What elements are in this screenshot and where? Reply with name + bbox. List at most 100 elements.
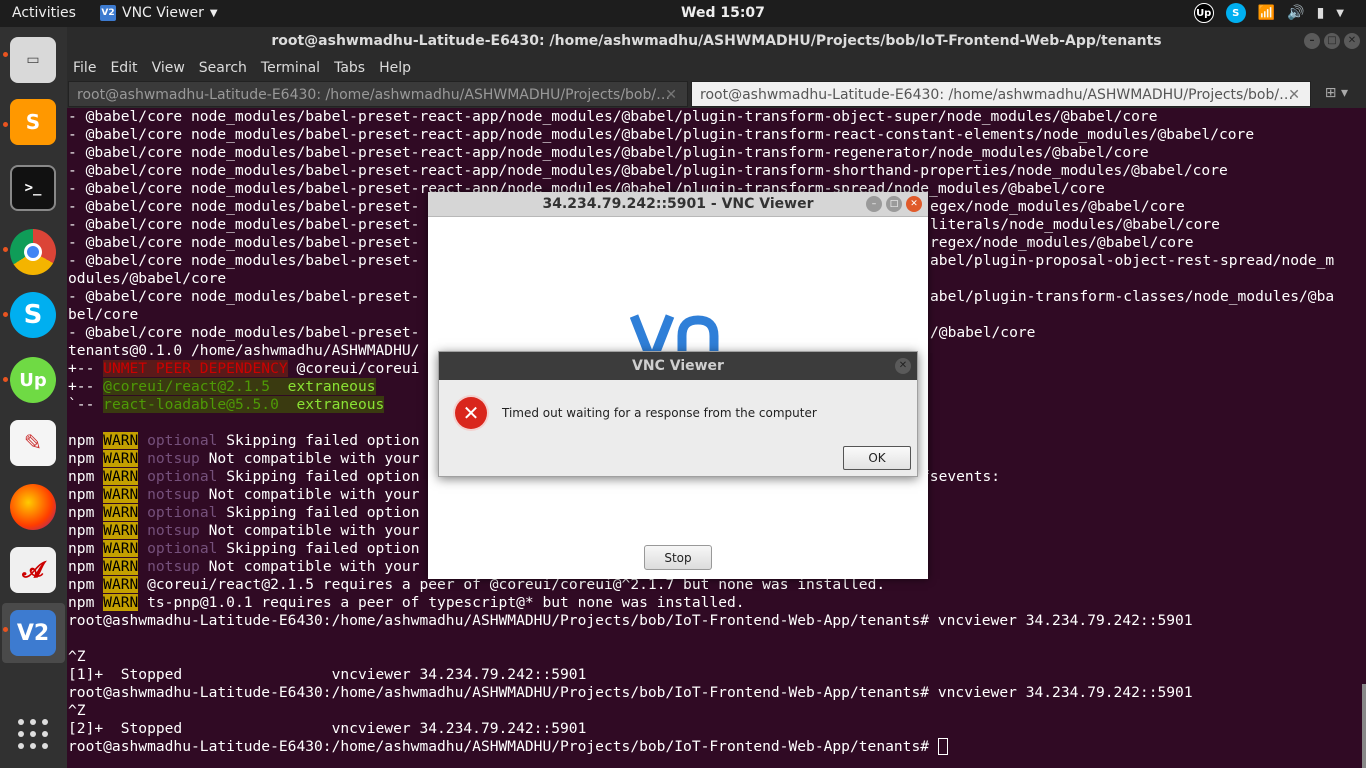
- warn-type: optional: [147, 540, 218, 557]
- terminal-line: - @babel/core node_modules/babel-preset-: [68, 324, 420, 341]
- menu-view[interactable]: View: [152, 56, 185, 80]
- close-tab-icon[interactable]: ✕: [1288, 82, 1300, 106]
- tab-label: root@ashwmadhu-Latitude-E6430: /home/ash…: [77, 87, 671, 103]
- sublime-text-icon[interactable]: S: [10, 99, 56, 145]
- npm-label: npm: [68, 540, 95, 557]
- ok-button[interactable]: OK: [843, 446, 911, 470]
- terminal-line: bel/core: [68, 306, 139, 323]
- npm-label: npm: [68, 486, 95, 503]
- chrome-icon[interactable]: [10, 229, 56, 275]
- terminal-line: regex/node_modules/@babel/core: [930, 234, 1194, 251]
- warn-text: Not compatible with your: [199, 486, 420, 503]
- minimize-icon[interactable]: –: [866, 196, 882, 212]
- scrollbar[interactable]: [1362, 684, 1366, 768]
- new-tab-icon[interactable]: ⊞ ▾: [1325, 85, 1348, 101]
- app-menu-label: VNC Viewer: [122, 5, 204, 21]
- npm-warn-line: npm WARN notsup Not compatible with your: [68, 450, 419, 468]
- menu-file[interactable]: File: [73, 56, 96, 80]
- maximize-icon[interactable]: □: [1324, 33, 1340, 49]
- show-applications-icon[interactable]: [18, 719, 48, 749]
- running-indicator: [3, 312, 8, 317]
- npm-label: npm: [68, 558, 95, 575]
- menu-terminal[interactable]: Terminal: [261, 56, 320, 80]
- warn-type: optional: [147, 468, 218, 485]
- terminal-line: - @babel/core node_modules/babel-preset-: [68, 216, 420, 233]
- warn-text: Skipping failed option: [217, 468, 420, 485]
- warn-text: Not compatible with your: [199, 558, 420, 575]
- clock[interactable]: Wed 15:07: [681, 5, 765, 21]
- close-icon[interactable]: ✕: [895, 358, 911, 374]
- minimize-icon[interactable]: –: [1304, 33, 1320, 49]
- terminal-line: - @babel/core node_modules/babel-preset-: [68, 198, 420, 215]
- warn-badge: WARN: [103, 594, 139, 611]
- terminal-line: - @babel/core node_modules/babel-preset-…: [68, 144, 1149, 161]
- npm-label: npm: [68, 468, 95, 485]
- warn-badge: WARN: [103, 432, 139, 449]
- spacer: [270, 378, 288, 395]
- terminal-line: - @babel/core node_modules/babel-preset-…: [68, 162, 1228, 179]
- npm-label: npm: [68, 576, 95, 593]
- window-controls: – □ ✕: [866, 196, 922, 212]
- warn-text: Skipping failed option: [217, 540, 420, 557]
- maximize-icon[interactable]: □: [886, 196, 902, 212]
- menu-search[interactable]: Search: [199, 56, 247, 80]
- close-tab-icon[interactable]: ✕: [665, 82, 677, 106]
- terminal-tab-1[interactable]: root@ashwmadhu-Latitude-E6430: /home/ash…: [68, 81, 688, 107]
- firefox-icon[interactable]: [10, 484, 56, 530]
- tree-prefix: +--: [68, 378, 104, 395]
- running-indicator: [3, 247, 8, 252]
- tree-prefix: `--: [68, 396, 104, 413]
- terminal-line: abel/plugin-proposal-object-rest-spread/…: [930, 252, 1335, 269]
- npm-label: npm: [68, 504, 95, 521]
- close-icon[interactable]: ✕: [1344, 33, 1360, 49]
- activities-button[interactable]: Activities: [12, 5, 76, 21]
- npm-label: npm: [68, 522, 95, 539]
- warn-type: notsup: [147, 450, 200, 467]
- volume-icon[interactable]: 🔊: [1287, 5, 1304, 21]
- menu-edit[interactable]: Edit: [110, 56, 137, 80]
- unmet-dependency-label: UNMET PEER DEPENDENCY: [103, 360, 288, 377]
- warn-badge: WARN: [103, 486, 139, 503]
- close-icon[interactable]: ✕: [906, 196, 922, 212]
- terminal-menubar: File Edit View Search Terminal Tabs Help: [67, 56, 1366, 80]
- terminal-line: - @babel/core node_modules/babel-preset-: [68, 288, 420, 305]
- extraneous-label: extraneous: [287, 378, 376, 395]
- upwork-icon[interactable]: Up: [10, 357, 56, 403]
- battery-icon[interactable]: ▮: [1317, 5, 1325, 21]
- package-name: @coreui/react@2.1.5: [103, 378, 271, 395]
- npm-warn-line: npm WARN notsup Not compatible with your: [68, 558, 419, 576]
- upwork-tray-icon[interactable]: Up: [1193, 3, 1214, 23]
- wifi-icon[interactable]: 📶: [1258, 5, 1275, 21]
- terminal-line: ^Z: [68, 648, 86, 665]
- chevron-down-icon[interactable]: ▼: [1336, 8, 1344, 19]
- warn-text-tail: fsevents:: [921, 468, 1001, 485]
- pdf-viewer-icon[interactable]: 𝓐: [10, 547, 56, 593]
- tab-label: root@ashwmadhu-Latitude-E6430: /home/ash…: [700, 87, 1294, 103]
- menu-help[interactable]: Help: [379, 56, 411, 80]
- skype-icon[interactable]: S: [10, 292, 56, 338]
- stop-button[interactable]: Stop: [644, 545, 712, 570]
- warn-type: notsup: [147, 558, 200, 575]
- tree-prefix: +--: [68, 360, 104, 377]
- menu-tabs[interactable]: Tabs: [334, 56, 365, 80]
- warn-type: optional: [147, 504, 218, 521]
- skype-tray-icon[interactable]: S: [1225, 3, 1246, 23]
- text-editor-icon[interactable]: ✎: [10, 420, 56, 466]
- app-menu[interactable]: V2 VNC Viewer ▼: [100, 5, 218, 21]
- npm-warn-line: npm WARN notsup Not compatible with your: [68, 522, 419, 540]
- terminal-line: ^Z: [68, 702, 86, 719]
- terminal-tab-2[interactable]: root@ashwmadhu-Latitude-E6430: /home/ash…: [691, 81, 1311, 107]
- warn-text: Not compatible with your: [199, 450, 420, 467]
- dialog-titlebar: VNC Viewer: [439, 352, 917, 380]
- terminal-line: +-- UNMET PEER DEPENDENCY @coreui/coreui: [68, 360, 419, 378]
- error-icon: ✕: [455, 397, 487, 429]
- top-panel: Activities V2 VNC Viewer ▼ Wed 15:07 Up …: [0, 0, 1366, 27]
- vnc-viewer-icon[interactable]: V2: [10, 610, 56, 656]
- warn-badge: WARN: [103, 522, 139, 539]
- prompt-line[interactable]: root@ashwmadhu-Latitude-E6430:/home/ashw…: [68, 738, 948, 756]
- command-line: root@ashwmadhu-Latitude-E6430:/home/ashw…: [68, 612, 1193, 629]
- vnc-logo-icon: [630, 314, 726, 354]
- terminal-line: - @babel/core node_modules/babel-preset-: [68, 252, 420, 269]
- files-icon[interactable]: ▭: [10, 37, 56, 83]
- terminal-icon[interactable]: >_: [10, 165, 56, 211]
